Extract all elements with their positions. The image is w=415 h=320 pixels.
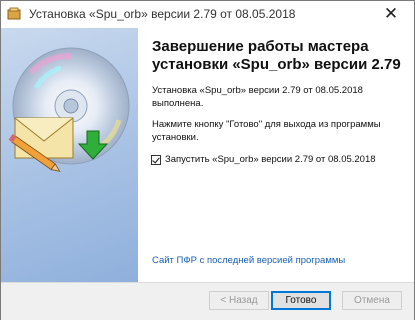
finish-hint: Нажмите кнопку "Готово" для выхода из пр… <box>152 118 402 144</box>
title-bar: Установка «Spu_orb» версии 2.79 от 08.05… <box>1 1 414 28</box>
pfr-site-link[interactable]: Сайт ПФР с последней версией программы <box>152 255 345 266</box>
close-icon: ✕ <box>383 4 399 24</box>
launch-app-checkbox-label[interactable]: Запустить «Spu_orb» версии 2.79 от 08.05… <box>165 154 376 165</box>
close-button[interactable]: ✕ <box>372 3 410 25</box>
wizard-banner <box>1 28 138 282</box>
wizard-content: Завершение работы мастера установки «Spu… <box>138 28 414 282</box>
setup-wizard-window: Установка «Spu_orb» версии 2.79 от 08.05… <box>0 0 415 320</box>
cd-disc-with-envelope-and-download-arrow-icon <box>8 47 130 172</box>
back-button[interactable]: < Назад <box>209 291 269 310</box>
launch-app-checkbox-row[interactable]: Запустить «Spu_orb» версии 2.79 от 08.05… <box>151 154 376 165</box>
completion-message: Установка «Spu_orb» версии 2.79 от 08.05… <box>152 84 402 110</box>
finish-button[interactable]: Готово <box>271 291 331 310</box>
launch-app-checkbox[interactable] <box>151 154 161 165</box>
cancel-button[interactable]: Отмена <box>342 291 402 310</box>
setup-icon <box>7 7 21 20</box>
page-title: Завершение работы мастера установки «Spu… <box>152 38 401 76</box>
finish-hint-line1: Нажмите кнопку "Готово" для выхода из пр… <box>152 119 381 130</box>
button-bar: < Назад Готово Отмена <box>1 282 414 320</box>
window-title: Установка «Spu_orb» версии 2.79 от 08.05… <box>29 7 296 21</box>
completion-message-line1: Установка «Spu_orb» версии 2.79 от 08.05… <box>152 85 363 96</box>
finish-hint-line2: установки. <box>152 132 199 143</box>
completion-message-line2: выполнена. <box>152 98 204 109</box>
